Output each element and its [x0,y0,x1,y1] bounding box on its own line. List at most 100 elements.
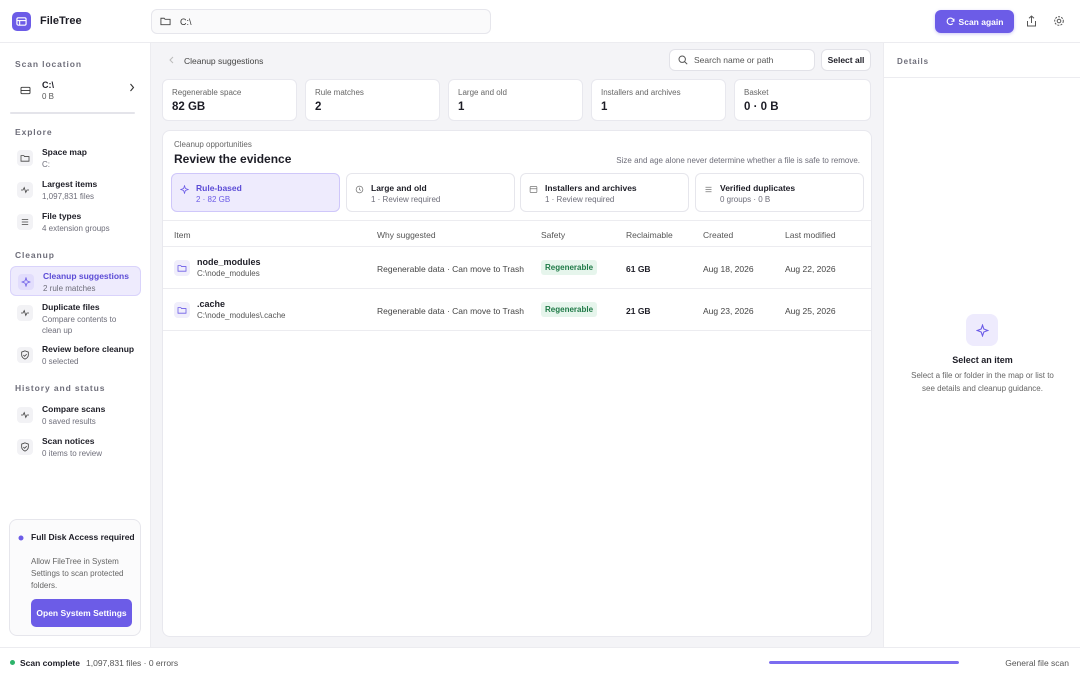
panel-title: Review the evidence [174,152,292,166]
row-created: Aug 23, 2026 [703,306,754,316]
refresh-icon [946,17,955,26]
folder-icon [17,150,33,166]
column-header-modified[interactable]: Last modified [785,230,836,240]
list-icon [17,214,33,230]
folder-icon [174,302,190,318]
details-empty-text: Select a file or folder in the map or li… [911,371,1054,393]
scan-mode: General file scan [1005,658,1069,668]
column-header-safety[interactable]: Safety [541,230,565,240]
scan-again-button[interactable]: Scan again [935,10,1014,33]
table-row[interactable]: node_modules C:\node_modules Regenerable… [163,247,871,289]
row-path: C:\node_modules\.cache [197,311,286,320]
scan-progress-fill [769,661,959,664]
gear-icon[interactable] [1052,14,1066,28]
column-header-reclaimable[interactable]: Reclaimable [626,230,673,240]
drive-icon [17,82,33,98]
table-row[interactable]: .cache C:\node_modules\.cache Regenerabl… [163,289,871,331]
select-all-button[interactable]: Select all [821,49,871,71]
divider [884,77,1080,78]
open-system-settings-button[interactable]: Open System Settings [31,599,132,627]
breadcrumb: Cleanup suggestions [169,56,263,66]
scan-progress-bar [769,661,959,664]
sidebar-item-cleanup-suggestions[interactable]: Cleanup suggestions 2 rule matches [10,266,141,296]
tab-sub: 1 · Review required [371,195,441,204]
tab-title: Verified duplicates [720,183,796,193]
search-icon [678,55,688,65]
sparkle-icon [179,184,190,196]
stat-card-large-and-old: Large and old 1 [448,79,583,121]
stat-card-basket: Basket 0 · 0 B [734,79,871,121]
sidebar-item-sub: 2 rule matches [43,284,96,293]
share-icon[interactable] [1024,14,1038,28]
sparkle-icon [966,314,998,346]
sidebar-item-scan-notices[interactable]: Scan notices 0 items to review [10,432,141,462]
scan-location-item[interactable]: C:\ 0 B [10,75,141,115]
section-label-history: History and status [15,383,106,393]
sidebar-item-title: Space map [42,147,87,157]
stat-card-regenerable-space: Regenerable space 82 GB [162,79,297,121]
section-label-explore: Explore [15,127,53,137]
row-name: .cache [197,299,226,309]
sidebar-item-duplicate-files[interactable]: Duplicate files Compare contents to clea… [10,298,141,338]
chevron-right-icon [129,83,135,94]
search-input[interactable] [694,55,812,65]
sidebar-item-title: Compare scans [42,404,106,414]
panel-kicker: Cleanup opportunities [174,140,252,149]
sidebar-item-compare-scans[interactable]: Compare scans 0 saved results [10,400,141,430]
sidebar-item-sub: 0 items to review [42,449,103,458]
sidebar-item-largest-items[interactable]: Largest items 1,097,831 files [10,175,141,205]
column-header-why[interactable]: Why suggested [377,230,436,240]
tab-rule-based[interactable]: Rule-based 2 · 82 GB [171,173,340,212]
tab-verified-duplicates[interactable]: Verified duplicates 0 groups · 0 B [695,173,864,212]
row-why: Regenerable data · Can move to Trash [377,264,524,274]
sidebar-item-title: Cleanup suggestions [43,271,129,281]
clock-icon [355,185,364,196]
status-dot-icon [10,660,15,665]
row-reclaimable: 21 GB [626,306,651,316]
location-name: C:\ [42,80,54,90]
main-content: Cleanup suggestions Select all Regenerab… [151,43,883,647]
activity-icon [17,407,33,423]
status-main: Scan complete [20,658,80,668]
sidebar-item-title: Scan notices [42,436,95,446]
folder-icon [174,260,190,276]
row-created: Aug 18, 2026 [703,264,754,274]
list-icon [704,185,713,196]
chevron-left-icon[interactable] [169,56,174,66]
location-size: 0 B [42,92,55,101]
path-field[interactable]: C:\ [151,9,491,34]
status-sub: 1,097,831 files · 0 errors [86,658,179,668]
row-modified: Aug 22, 2026 [785,264,836,274]
stat-value: 0 · 0 B [744,101,779,113]
fda-title: Full Disk Access required [31,532,135,542]
section-label-scan-location: Scan location [15,59,82,69]
sidebar-item-file-types[interactable]: File types 4 extension groups [10,207,141,237]
sidebar-item-sub: 4 extension groups [42,224,110,233]
fda-text: Allow FileTree in System Settings to sca… [31,557,124,590]
tab-installers-archives[interactable]: Installers and archives 1 · Review requi… [520,173,689,212]
stat-value: 1 [458,101,465,113]
table-header: Item Why suggested Safety Reclaimable Cr… [163,220,871,247]
row-why: Regenerable data · Can move to Trash [377,306,524,316]
sidebar: Scan location C:\ 0 B Explore Space map … [0,43,151,647]
row-modified: Aug 25, 2026 [785,306,836,316]
tab-title: Large and old [371,183,427,193]
tab-large-and-old[interactable]: Large and old 1 · Review required [346,173,515,212]
stat-card-rule-matches: Rule matches 2 [305,79,440,121]
column-header-created[interactable]: Created [703,230,733,240]
shield-icon [17,347,33,363]
stat-value: 82 GB [172,101,206,113]
sidebar-item-title: Duplicate files [42,302,100,312]
top-bar: FileTree C:\ Scan again [0,0,1080,43]
column-header-item[interactable]: Item [174,230,191,240]
stat-label: Basket [744,88,769,97]
sidebar-item-sub: 0 saved results [42,417,96,426]
cleanup-panel: Cleanup opportunities Review the evidenc… [162,130,872,637]
tab-title: Rule-based [196,183,242,193]
status-dot-icon [18,533,24,543]
sidebar-item-space-map[interactable]: Space map C: [10,143,141,173]
sidebar-item-title: Review before cleanup [42,344,135,354]
sidebar-item-review-before-cleanup[interactable]: Review before cleanup 0 selected [10,340,141,370]
search-box[interactable] [669,49,815,71]
stat-card-installers-archives: Installers and archives 1 [591,79,726,121]
